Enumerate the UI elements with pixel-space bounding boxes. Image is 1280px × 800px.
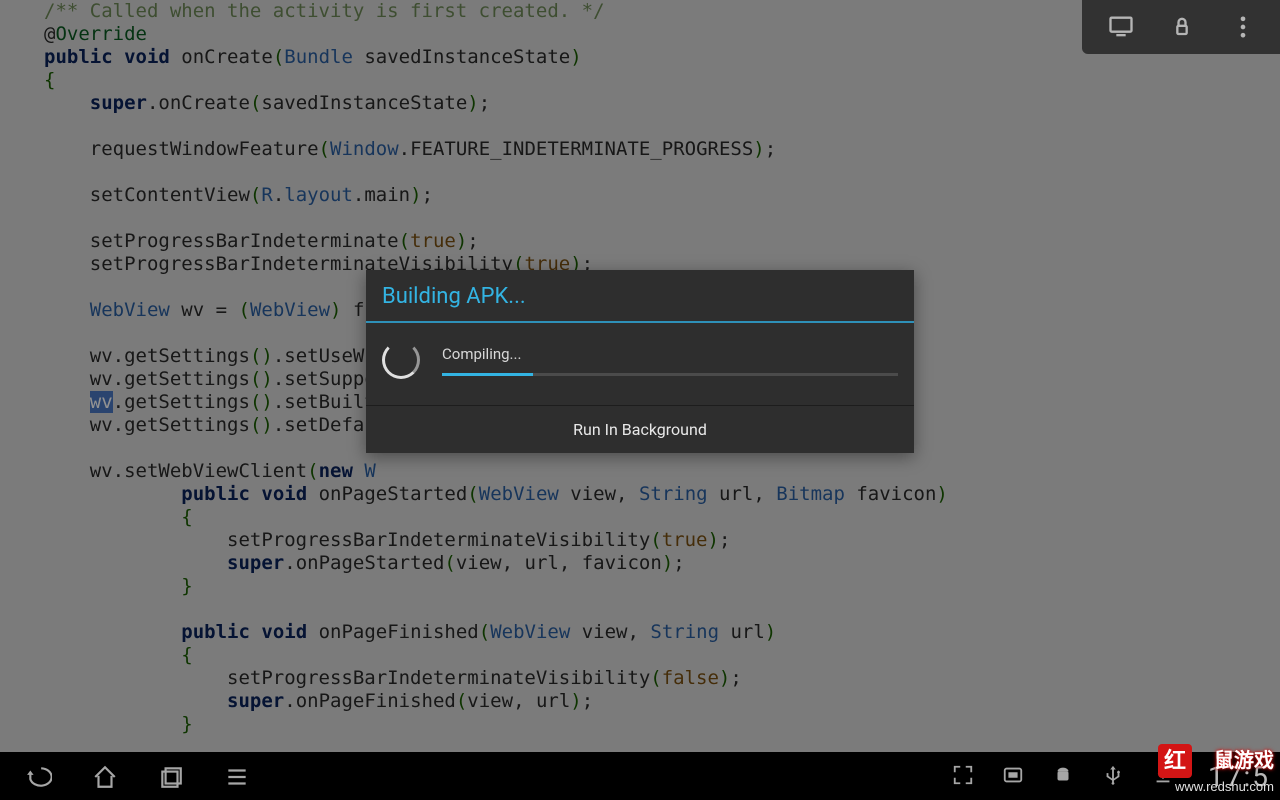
lock-rotation-icon[interactable]	[1168, 13, 1196, 41]
fullscreen-icon[interactable]	[952, 764, 976, 788]
run-in-background-button[interactable]: Run In Background	[366, 405, 914, 453]
menu-icon[interactable]	[224, 764, 248, 788]
spinner-icon	[382, 341, 420, 379]
download-icon[interactable]	[1152, 764, 1176, 788]
android-icon[interactable]	[1052, 764, 1076, 788]
progress-bar	[442, 373, 898, 376]
build-dialog: Building APK... Compiling... Run In Back…	[366, 270, 914, 453]
home-icon[interactable]	[92, 764, 116, 788]
screenshot-icon[interactable]	[1002, 764, 1026, 788]
overflow-menu-icon[interactable]	[1229, 13, 1257, 41]
usb-icon[interactable]	[1102, 764, 1126, 788]
clock-text[interactable]: 17:5	[1208, 760, 1270, 793]
recent-apps-icon[interactable]	[158, 764, 182, 788]
progress-fill	[442, 373, 533, 376]
dialog-body: Compiling...	[366, 323, 914, 405]
monitor-icon[interactable]	[1107, 13, 1135, 41]
top-toolbar	[1082, 0, 1280, 54]
dialog-status-text: Compiling...	[442, 345, 898, 363]
system-navbar: 17:5	[0, 752, 1280, 800]
dialog-title: Building APK...	[366, 270, 914, 323]
back-icon[interactable]	[26, 764, 50, 788]
